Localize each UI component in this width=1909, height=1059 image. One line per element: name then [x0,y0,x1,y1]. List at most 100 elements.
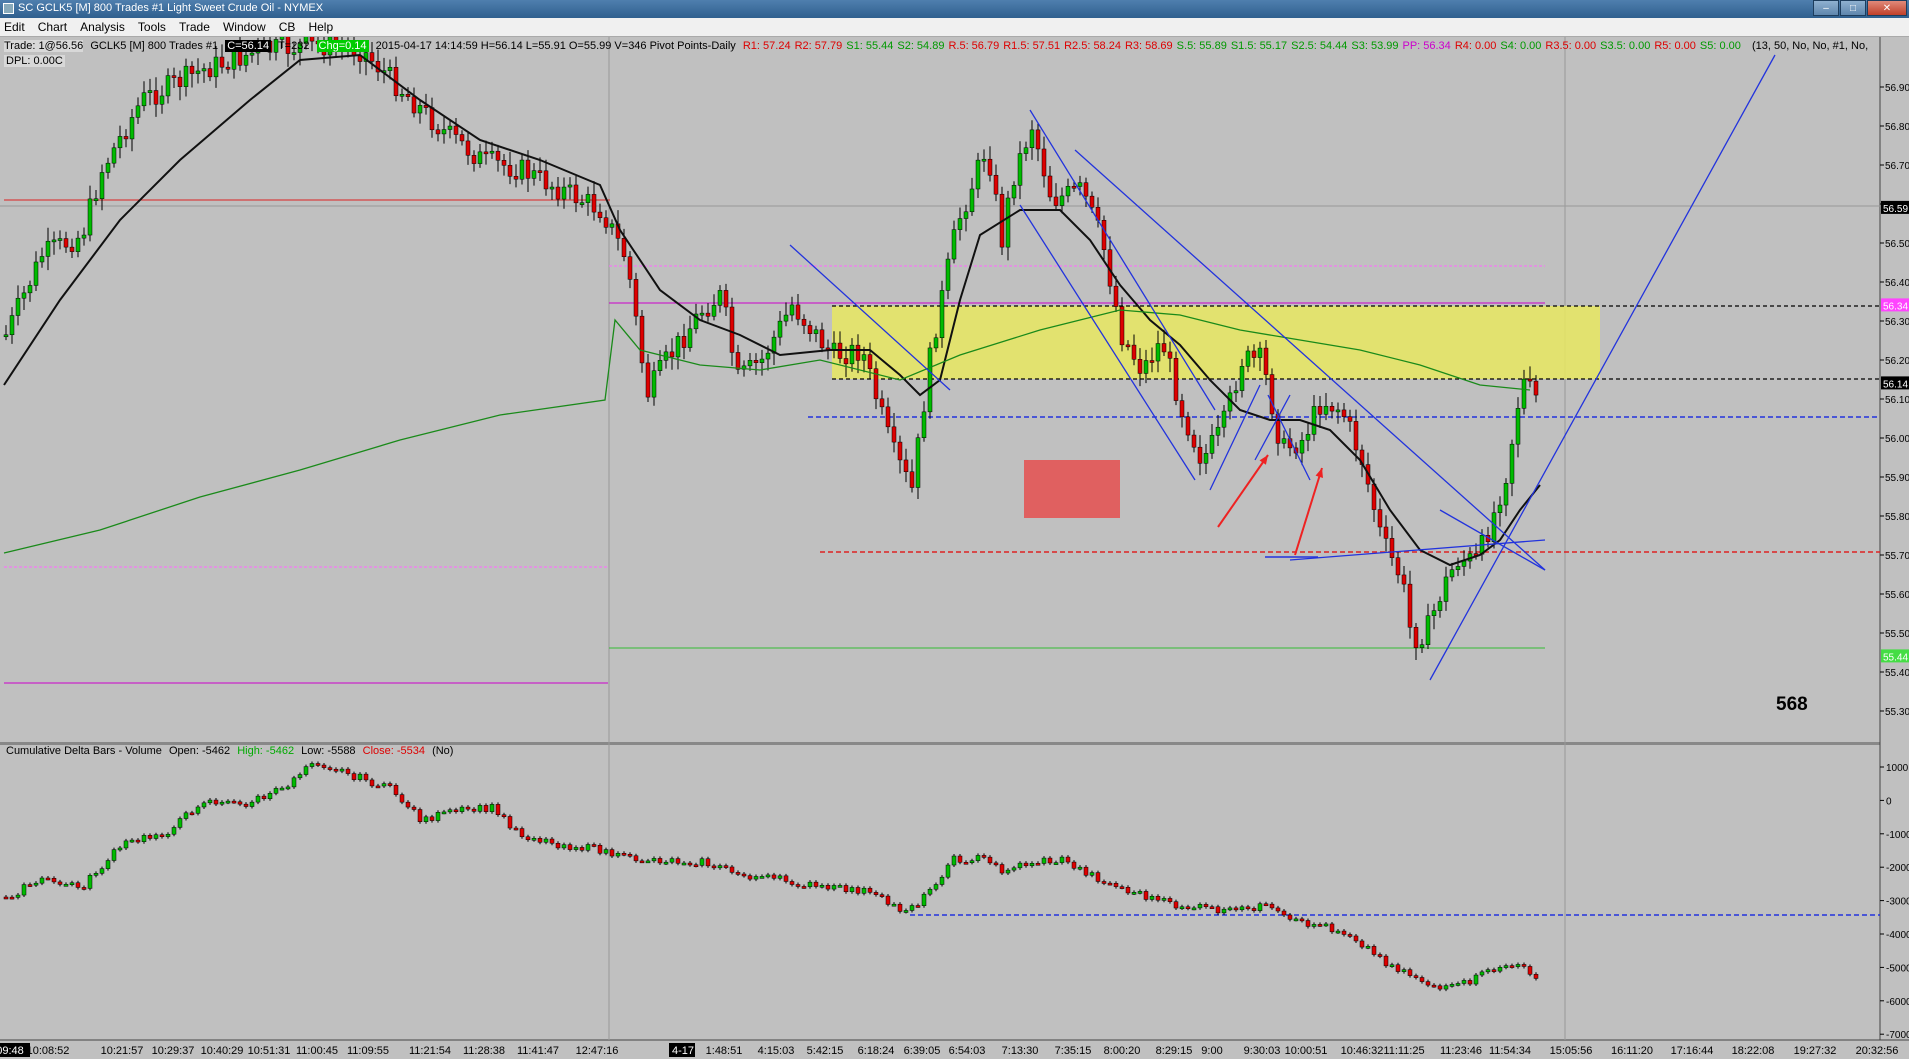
red-arrow-head [1315,468,1323,478]
menu-edit[interactable]: Edit [0,18,31,34]
time-tick-label: 19:27:32 [1794,1045,1837,1057]
app-icon [3,3,14,14]
delta-candle [1047,857,1053,864]
price-candle [1533,380,1539,396]
delta-candle [675,858,681,864]
price-candle [1161,343,1167,353]
delta-candle [897,903,903,912]
price-candle [1005,197,1011,248]
chart-header: Trade: 1@56.56 GCLK5 [M] 800 Trades #1 C… [4,40,1872,54]
price-candle [75,237,81,252]
price-candle [1419,644,1425,648]
delta-candle [213,799,219,805]
delta-tick-label: -4000 [1886,930,1909,941]
time-tick-label: 17:16:44 [1671,1045,1714,1057]
price-candle [765,352,771,360]
delta-candle [57,881,63,885]
delta-candle [783,875,789,882]
price-candle [951,229,957,260]
delta-candle [1071,861,1077,869]
pivot-label: R1: 57.24 [742,40,791,52]
price-candle [459,134,465,142]
time-tick-label: 10:21:57 [101,1045,144,1057]
delta-candle [1203,904,1209,907]
delta-candle [993,862,999,866]
menu-chart[interactable]: Chart [34,18,73,34]
delta-candle [813,881,819,887]
delta-candle [747,875,753,880]
delta-tick-label: -3000 [1886,897,1909,908]
price-candle [1425,615,1431,645]
price-marker-label: 55.44 [1883,652,1908,663]
pivot-label: R4: 0.00 [1454,40,1497,52]
price-candle [141,92,147,107]
price-candle [1059,195,1065,206]
delta-panel-header: Cumulative Delta Bars - Volume Open: -54… [6,745,457,757]
price-candle [939,290,945,339]
price-candle [1299,439,1305,454]
price-change: Chg=0.14 [316,40,369,52]
delta-candle [501,814,507,817]
price-candle [1341,409,1347,417]
delta-candle [1221,908,1227,914]
price-candle [783,314,789,322]
menu-help[interactable]: Help [304,18,339,34]
delta-candle [525,836,531,841]
price-candle [519,159,525,180]
delta-candle [891,903,897,907]
maximize-button[interactable]: □ [1840,0,1866,16]
menu-trade[interactable]: Trade [175,18,216,34]
time-tick-label: 9:00 [1201,1045,1222,1057]
delta-candle [717,865,723,869]
delta-candle [1131,892,1137,895]
delta-candle [1233,907,1239,911]
price-candle [189,65,195,74]
delta-candle [351,773,357,780]
time-tick-label: 5:42:15 [807,1045,844,1057]
red-arrow-head [1259,455,1268,465]
delta-candle [1341,930,1347,935]
menu-tools[interactable]: Tools [134,18,172,34]
close-button[interactable]: ✕ [1867,0,1907,16]
delta-candle [1161,898,1167,901]
price-candle [813,329,819,334]
price-candle [165,75,171,97]
delta-candle [549,838,555,844]
pivot-label: R2: 57.79 [794,40,843,52]
delta-candle [603,849,609,854]
delta-candle [573,847,579,850]
delta-candle [477,805,483,812]
price-candle [537,170,543,173]
delta-candle [591,844,597,847]
delta-candle [117,847,123,851]
menu-analysis[interactable]: Analysis [76,18,131,34]
price-chart-svg[interactable]: 56.9056.8056.7056.6056.5056.4056.3056.20… [0,37,1909,1059]
delta-candle [657,858,663,864]
pivot-label: R3.5: 0.00 [1545,40,1597,52]
delta-candle [1335,930,1341,934]
price-candle [1053,196,1059,206]
menu-window[interactable]: Window [219,18,272,34]
price-candle [1185,416,1191,436]
menu-cb[interactable]: CB [275,18,302,34]
chart-area[interactable]: 56.9056.8056.7056.6056.5056.4056.3056.20… [0,37,1909,1059]
delta-candle [1095,872,1101,882]
delta-candle [615,852,621,857]
price-candle [429,107,435,131]
delta-candle [585,844,591,851]
price-candle [1071,185,1077,189]
menu-bar: Edit Chart Analysis Tools Trade Window C… [0,18,1909,37]
delta-candle [1041,857,1047,864]
price-candle [1455,566,1461,570]
delta-candle [435,812,441,821]
price-candle [387,66,393,71]
minimize-button[interactable]: – [1813,0,1839,16]
delta-candle [837,885,843,888]
delta-candle [345,768,351,774]
delta-candle [687,862,693,866]
price-marker-label: 56.14 [1883,379,1908,390]
price-candle [1239,366,1245,391]
delta-candle [261,795,267,800]
price-candle [1323,405,1329,415]
price-candle [15,297,21,316]
